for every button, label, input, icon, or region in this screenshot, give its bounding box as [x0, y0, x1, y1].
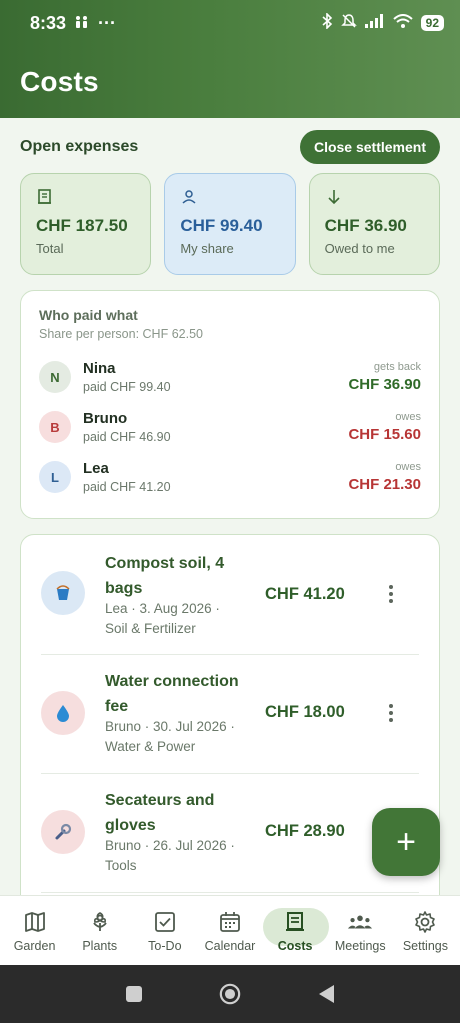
expense-item[interactable]: Compost soil, 4 bags Lea · 3. Aug 2026 ·…: [21, 535, 439, 654]
nav-label: To-Do: [148, 938, 182, 953]
expense-title: Secateurs and gloves: [105, 792, 215, 834]
owed-to-me-card: CHF 36.90 Owed to me: [308, 173, 440, 275]
status-bar: 8:33 ··· 92: [30, 10, 444, 36]
nav-label: Plants: [82, 938, 118, 953]
person-paid: paid CHF 99.40: [83, 380, 171, 394]
arrow-down-icon: [325, 188, 343, 206]
bucket-icon: [41, 571, 85, 615]
person-paid: paid CHF 41.20: [83, 480, 171, 494]
person-paid: paid CHF 46.90: [83, 430, 171, 444]
page-title: Costs: [20, 66, 99, 97]
nav-meetings[interactable]: Meetings: [328, 901, 392, 961]
balance-tag: gets back: [373, 361, 421, 373]
summary-cards: CHF 187.50 Total CHF 99.40 My share CHF …: [20, 173, 440, 275]
person-row-nina: N Nina paid CHF 99.40 gets back CHF 36.9…: [39, 357, 421, 397]
expense-meta: Bruno · 26. Jul 2026 · Tools: [105, 838, 235, 873]
back-button[interactable]: [315, 983, 337, 1005]
expense-title: Water connection fee: [105, 673, 239, 715]
person-row-bruno: B Bruno paid CHF 46.90 owes CHF 15.60: [39, 407, 421, 447]
balance-amount: CHF 15.60: [348, 426, 421, 443]
person-name: Lea: [83, 460, 109, 477]
nav-label: Costs: [277, 938, 313, 953]
divider: [41, 892, 419, 893]
total-card: CHF 187.50 Total: [20, 173, 152, 275]
close-settlement-button[interactable]: Close settlement: [299, 130, 440, 164]
my-share-card: CHF 99.40 My share: [164, 173, 296, 275]
open-expenses-header: Open expenses Close settlement: [20, 130, 440, 164]
balance-amount: CHF 36.90: [348, 376, 421, 393]
more-options-icon[interactable]: [381, 582, 401, 606]
share-per-person: Share per person: CHF 62.50: [39, 327, 203, 341]
nav-settings[interactable]: Settings: [393, 901, 457, 961]
nav-todo[interactable]: To-Do: [133, 901, 197, 961]
expense-meta: Lea · 3. Aug 2026 · Soil & Fertilizer: [105, 601, 220, 636]
receipt-icon: [36, 188, 54, 206]
expense-item[interactable]: Water connection fee Bruno · 30. Jul 202…: [21, 655, 439, 774]
wrench-icon: [41, 810, 85, 854]
mute-icon: [340, 13, 357, 33]
owed-to-me-amount: CHF 36.90: [324, 216, 407, 235]
my-share-label: My share: [180, 241, 234, 256]
person-row-lea: L Lea paid CHF 41.20 owes CHF 21.30: [39, 457, 421, 497]
person-icon: [180, 188, 198, 206]
recents-button[interactable]: [123, 983, 145, 1005]
avatar: L: [39, 461, 71, 493]
map-icon: [22, 909, 48, 935]
checkbox-icon: [152, 909, 178, 935]
gear-icon: [412, 909, 438, 935]
expense-amount: CHF 18.00: [265, 703, 345, 721]
nav-label: Garden: [13, 938, 56, 953]
nav-label: Calendar: [204, 938, 256, 953]
balance-tag: owes: [395, 411, 421, 423]
more-notifications-icon: ···: [98, 12, 117, 33]
nav-calendar[interactable]: Calendar: [198, 901, 262, 961]
nav-costs[interactable]: Costs: [263, 901, 330, 961]
nav-label: Settings: [402, 938, 448, 953]
notification-icon: [74, 13, 90, 34]
balance-amount: CHF 21.30: [348, 476, 421, 493]
expense-meta: Bruno · 30. Jul 2026 · Water & Power: [105, 719, 235, 754]
expense-amount: CHF 41.20: [265, 585, 345, 603]
balance-tag: owes: [395, 461, 421, 473]
bottom-navigation: Garden Plants To-Do Calendar Costs Meeti…: [0, 895, 460, 965]
section-title: Open expenses: [20, 138, 139, 155]
clock: 8:33: [30, 12, 67, 33]
signal-icon: [364, 14, 385, 32]
add-expense-button[interactable]: +: [372, 808, 440, 876]
system-navigation-bar: [0, 965, 460, 1023]
avatar: N: [39, 361, 71, 393]
more-options-icon[interactable]: [381, 701, 401, 725]
nav-garden[interactable]: Garden: [3, 901, 67, 961]
receipt-icon: [282, 909, 308, 935]
who-paid-title: Who paid what: [39, 307, 138, 323]
wifi-icon: [392, 14, 413, 32]
owed-to-me-label: Owed to me: [324, 241, 395, 256]
water-drop-icon: [41, 691, 85, 735]
nav-plants[interactable]: Plants: [68, 901, 132, 961]
total-amount: CHF 187.50: [36, 216, 128, 235]
bluetooth-icon: [321, 12, 333, 33]
flower-icon: [87, 909, 113, 935]
avatar: B: [39, 411, 71, 443]
expense-amount: CHF 28.90: [265, 822, 345, 840]
group-icon: [347, 909, 373, 935]
app-header: 8:33 ··· 92 Costs: [0, 0, 460, 118]
my-share-amount: CHF 99.40: [180, 216, 263, 235]
home-button[interactable]: [219, 983, 241, 1005]
nav-label: Meetings: [334, 938, 386, 953]
person-name: Bruno: [83, 410, 128, 427]
who-paid-card: Who paid what Share per person: CHF 62.5…: [20, 290, 440, 519]
calendar-icon: [217, 909, 243, 935]
person-name: Nina: [83, 360, 116, 377]
battery-indicator: 92: [420, 15, 444, 31]
expense-title: Compost soil, 4 bags: [105, 555, 225, 597]
total-label: Total: [36, 241, 64, 256]
